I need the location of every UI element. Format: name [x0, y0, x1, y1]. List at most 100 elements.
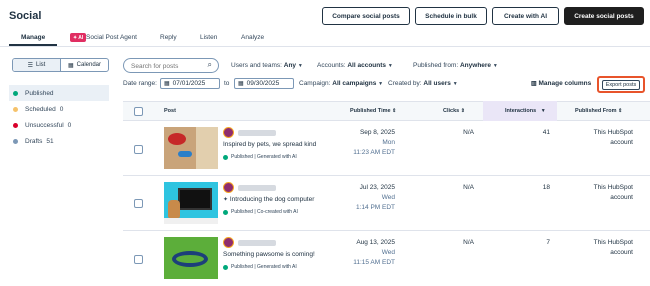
- schedule-in-bulk-button[interactable]: Schedule in bulk: [415, 7, 487, 25]
- account-name-redacted: [238, 130, 276, 136]
- sort-icon: ⇕: [618, 108, 623, 114]
- sidebar-item-published[interactable]: Published: [9, 85, 109, 101]
- create-social-posts-button[interactable]: Create social posts: [564, 7, 644, 25]
- select-all-checkbox[interactable]: [134, 107, 143, 116]
- post-status: Published | Co-created with AI: [223, 209, 298, 215]
- clicks-header-label: Clicks: [443, 108, 460, 114]
- clicks-cell: N/A: [463, 129, 474, 136]
- published-clock-time: 11:23 AM EDT: [353, 149, 395, 156]
- calendar-icon: ▦: [164, 81, 170, 87]
- sidebar-item-label: Unsuccessful: [25, 121, 64, 129]
- avatar: [223, 237, 234, 248]
- thumbnail-collar: [172, 251, 208, 267]
- row-checkbox[interactable]: [134, 145, 143, 154]
- list-view-button[interactable]: ☰ List: [13, 59, 61, 71]
- chevron-down-icon: ▼: [297, 63, 303, 69]
- columns-icon: ▥: [531, 81, 537, 87]
- post-status: Published | Generated with AI: [223, 154, 297, 160]
- tab-social-post-agent[interactable]: Social Post Agent: [86, 34, 137, 41]
- chevron-down-icon: ▼: [452, 81, 458, 87]
- published-day: Mon: [382, 139, 395, 146]
- search-box[interactable]: ⌕: [123, 58, 219, 73]
- account-name-redacted: [238, 240, 276, 246]
- row-divider: [123, 230, 650, 231]
- post-text[interactable]: ✦ Introducing the dog computer: [223, 196, 314, 203]
- sidebar-item-unsuccessful[interactable]: Unsuccessful 0: [9, 117, 109, 133]
- account-name-redacted: [238, 185, 276, 191]
- interactions-column-header[interactable]: Interactions ▼: [505, 108, 546, 114]
- create-with-ai-button[interactable]: Create with AI: [492, 7, 559, 25]
- clicks-cell: N/A: [463, 239, 474, 246]
- avatar: [223, 127, 234, 138]
- published-from-line2: account: [610, 139, 633, 146]
- scheduled-status-dot: [13, 106, 18, 112]
- campaign-filter[interactable]: Campaign: All campaigns ▼: [299, 80, 383, 87]
- row-checkbox[interactable]: [134, 199, 143, 208]
- accounts-filter[interactable]: Accounts: All accounts ▼: [317, 62, 393, 69]
- published-date: Aug 13, 2025: [356, 239, 395, 246]
- manage-columns-button[interactable]: ▥ Manage columns: [531, 80, 591, 87]
- sidebar-item-count: 0: [67, 121, 72, 129]
- sidebar-item-label: Drafts: [25, 137, 43, 145]
- ai-badge: ✦ AI: [70, 33, 87, 42]
- thumbnail-desk: [164, 218, 218, 224]
- post-text[interactable]: Something pawsome is coming!: [223, 251, 315, 258]
- row-divider: [123, 175, 650, 176]
- users-teams-label: Users and teams:: [231, 62, 282, 69]
- published-from-line2: account: [610, 194, 633, 201]
- post-thumbnail[interactable]: [164, 127, 218, 169]
- sidebar-item-count: 0: [59, 105, 64, 113]
- view-toggle: ☰ List ▦ Calendar: [12, 58, 109, 72]
- interactions-cell: 41: [542, 129, 550, 136]
- post-thumbnail[interactable]: [164, 237, 218, 279]
- list-icon: ☰: [27, 62, 34, 69]
- published-from-header-label: Published From: [575, 108, 617, 114]
- row-checkbox[interactable]: [134, 255, 143, 264]
- published-clock-time: 11:15 AM EDT: [353, 259, 395, 266]
- search-input[interactable]: [131, 61, 201, 71]
- published-day: Wed: [381, 194, 395, 201]
- published-from-column-header[interactable]: Published From ⇕: [575, 108, 622, 114]
- calendar-view-button[interactable]: ▦ Calendar: [61, 59, 108, 71]
- date-from-field[interactable]: ▦ 07/01/2025: [160, 78, 220, 89]
- clicks-column-header[interactable]: Clicks ⇕: [443, 108, 465, 114]
- users-teams-filter[interactable]: Users and teams: Any ▼: [231, 62, 303, 69]
- published-from-line1: This HubSpot: [593, 129, 633, 136]
- post-text-content: Introducing the dog computer: [229, 196, 315, 203]
- published-status-dot: [223, 154, 228, 160]
- sidebar-item-drafts[interactable]: Drafts 51: [9, 133, 109, 149]
- published-from-cell: This HubSpot account: [583, 128, 633, 148]
- tab-manage[interactable]: Manage: [21, 34, 45, 41]
- accounts-value: All accounts: [347, 62, 387, 69]
- published-time-cell: Jul 23, 2025 Wed 1:14 PM EDT: [335, 183, 395, 213]
- post-text[interactable]: Inspired by pets, we spread kind: [223, 141, 316, 148]
- export-posts-button[interactable]: Export posts: [597, 76, 645, 93]
- calendar-icon: ▦: [238, 81, 244, 87]
- created-by-filter[interactable]: Created by: All users ▼: [388, 80, 458, 87]
- tab-listen[interactable]: Listen: [200, 34, 217, 41]
- created-by-label: Created by:: [388, 80, 422, 87]
- published-clock-time: 1:14 PM EDT: [355, 204, 395, 211]
- post-column-header[interactable]: Post: [164, 108, 176, 114]
- ai-badge-label: AI: [78, 34, 84, 41]
- published-from-filter[interactable]: Published from: Anywhere ▼: [413, 62, 498, 69]
- published-from-value: Anywhere: [459, 62, 492, 69]
- thumbnail-wood: [196, 127, 218, 169]
- date-to-value: 09/30/2025: [246, 80, 280, 87]
- created-by-value: All users: [423, 80, 451, 87]
- published-date: Jul 23, 2025: [359, 184, 395, 191]
- date-range-label: Date range:: [123, 80, 157, 87]
- interactions-header-label: Interactions: [505, 108, 537, 114]
- tab-reply[interactable]: Reply: [160, 34, 177, 41]
- published-time-column-header[interactable]: Published Time ⇕: [350, 108, 396, 114]
- date-to-field[interactable]: ▦ 09/30/2025: [234, 78, 294, 89]
- accounts-label: Accounts:: [317, 62, 346, 69]
- thumbnail-dog: [168, 200, 180, 218]
- thumbnail-monitor: [178, 188, 212, 210]
- post-thumbnail[interactable]: [164, 182, 218, 224]
- sidebar-item-scheduled[interactable]: Scheduled 0: [9, 101, 109, 117]
- tabs-divider: [0, 46, 650, 47]
- tab-analyze[interactable]: Analyze: [241, 34, 264, 41]
- compare-social-posts-button[interactable]: Compare social posts: [322, 7, 410, 25]
- thumbnail-bowl: [168, 133, 186, 145]
